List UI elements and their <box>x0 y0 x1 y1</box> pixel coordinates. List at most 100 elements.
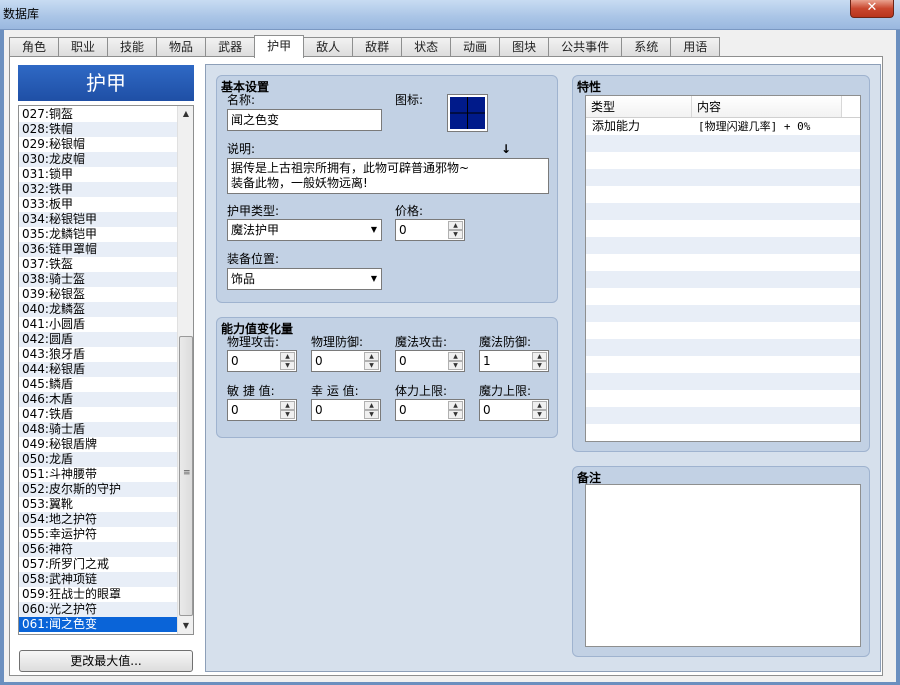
list-item[interactable]: 046:木盾 <box>19 392 177 407</box>
name-input[interactable]: 闻之色变 <box>227 109 382 131</box>
list-item[interactable]: 027:铜盔 <box>19 107 177 122</box>
list-item[interactable]: 056:神符 <box>19 542 177 557</box>
list-item[interactable]: 050:龙盾 <box>19 452 177 467</box>
tab-11[interactable]: 公共事件 <box>548 37 623 57</box>
table-row[interactable] <box>586 203 860 220</box>
tab-5[interactable]: 护甲 <box>254 35 305 58</box>
tab-8[interactable]: 状态 <box>401 37 452 57</box>
col-type-header[interactable]: 类型 <box>586 96 692 117</box>
scroll-down-icon[interactable]: ▼ <box>178 618 193 634</box>
table-row[interactable] <box>586 356 860 373</box>
table-row[interactable]: 添加能力 [物理闪避几率] + 0% <box>586 118 860 135</box>
stepper-up-icon[interactable]: ▲ <box>448 352 463 361</box>
list-item[interactable]: 059:狂战士的眼罩 <box>19 587 177 602</box>
table-row[interactable] <box>586 169 860 186</box>
table-row[interactable] <box>586 339 860 356</box>
equip-slot-select[interactable]: 饰品 ▼ <box>227 268 382 290</box>
param-stepper[interactable]: 0 ▲ ▼ <box>227 399 297 421</box>
list-item[interactable]: 051:斗神腰带 <box>19 467 177 482</box>
list-item[interactable]: 052:皮尔斯的守护 <box>19 482 177 497</box>
description-field[interactable]: 据传是上古祖宗所拥有，此物可辟普通邪物~ 装备此物，一般妖物远离! <box>227 158 549 194</box>
list-item[interactable]: 047:铁盾 <box>19 407 177 422</box>
list-item[interactable]: 029:秘银帽 <box>19 137 177 152</box>
stepper-down-icon[interactable]: ▼ <box>448 410 463 419</box>
table-row[interactable] <box>586 220 860 237</box>
list-item[interactable]: 037:铁盔 <box>19 257 177 272</box>
price-stepper[interactable]: 0 ▲ ▼ <box>395 219 465 241</box>
table-row[interactable] <box>586 373 860 390</box>
stepper-down-icon[interactable]: ▼ <box>448 361 463 370</box>
table-row[interactable] <box>586 407 860 424</box>
list-item[interactable]: 033:板甲 <box>19 197 177 212</box>
scroll-thumb[interactable]: ≡ <box>179 336 193 616</box>
tab-1[interactable]: 职业 <box>58 37 109 57</box>
table-row[interactable] <box>586 305 860 322</box>
param-stepper[interactable]: 0 ▲ ▼ <box>395 350 465 372</box>
tab-12[interactable]: 系统 <box>621 37 672 57</box>
param-stepper[interactable]: 0 ▲ ▼ <box>395 399 465 421</box>
param-stepper[interactable]: 0 ▲ ▼ <box>311 350 381 372</box>
list-item[interactable]: 031:锁甲 <box>19 167 177 182</box>
list-item[interactable]: 030:龙皮帽 <box>19 152 177 167</box>
param-stepper[interactable]: 0 ▲ ▼ <box>479 399 549 421</box>
list-item[interactable]: 055:幸运护符 <box>19 527 177 542</box>
stepper-up-icon[interactable]: ▲ <box>448 401 463 410</box>
table-row[interactable] <box>586 271 860 288</box>
stepper-up-icon[interactable]: ▲ <box>364 401 379 410</box>
list-item[interactable]: 044:秘银盾 <box>19 362 177 377</box>
stepper-up-icon[interactable]: ▲ <box>532 352 547 361</box>
list-item[interactable]: 032:铁甲 <box>19 182 177 197</box>
stepper-up-icon[interactable]: ▲ <box>532 401 547 410</box>
list-item[interactable]: 035:龙鳞铠甲 <box>19 227 177 242</box>
stepper-up-icon[interactable]: ▲ <box>448 221 463 230</box>
param-stepper[interactable]: 1 ▲ ▼ <box>479 350 549 372</box>
table-row[interactable] <box>586 135 860 152</box>
armor-list[interactable]: 027:铜盔 028:铁帽 029:秘银帽 030:龙皮帽 031:锁甲 032:铁甲 03… <box>18 105 194 635</box>
list-item[interactable]: 028:铁帽 <box>19 122 177 137</box>
tab-0[interactable]: 角色 <box>9 37 60 57</box>
stepper-down-icon[interactable]: ▼ <box>364 410 379 419</box>
list-item[interactable]: 042:圆盾 <box>19 332 177 347</box>
table-row[interactable] <box>586 288 860 305</box>
list-item[interactable]: 043:狼牙盾 <box>19 347 177 362</box>
list-item[interactable]: 053:翼靴 <box>19 497 177 512</box>
list-item[interactable]: 045:鳞盾 <box>19 377 177 392</box>
tab-4[interactable]: 武器 <box>205 37 256 57</box>
stepper-up-icon[interactable]: ▲ <box>280 401 295 410</box>
list-scrollbar[interactable]: ▲ ≡ ▼ <box>177 106 193 634</box>
table-row[interactable] <box>586 152 860 169</box>
param-stepper[interactable]: 0 ▲ ▼ <box>311 399 381 421</box>
list-item[interactable]: 049:秘银盾牌 <box>19 437 177 452</box>
list-item[interactable]: 039:秘银盔 <box>19 287 177 302</box>
list-item[interactable]: 058:武神项链 <box>19 572 177 587</box>
list-item[interactable]: 036:链甲罩帽 <box>19 242 177 257</box>
close-button[interactable]: ✕ <box>850 0 894 18</box>
list-item[interactable]: 048:骑士盾 <box>19 422 177 437</box>
table-row[interactable] <box>586 254 860 271</box>
list-item[interactable]: 057:所罗门之戒 <box>19 557 177 572</box>
tab-7[interactable]: 敌群 <box>352 37 403 57</box>
list-item[interactable]: 060:光之护符 <box>19 602 177 617</box>
list-item[interactable]: 041:小圆盾 <box>19 317 177 332</box>
table-row[interactable] <box>586 424 860 441</box>
table-row[interactable] <box>586 186 860 203</box>
stepper-up-icon[interactable]: ▲ <box>364 352 379 361</box>
list-item[interactable]: 040:龙鳞盔 <box>19 302 177 317</box>
tab-2[interactable]: 技能 <box>107 37 158 57</box>
change-max-button[interactable]: 更改最大值... <box>19 650 193 672</box>
stepper-down-icon[interactable]: ▼ <box>448 230 463 239</box>
stepper-down-icon[interactable]: ▼ <box>532 361 547 370</box>
list-item[interactable]: 054:地之护符 <box>19 512 177 527</box>
traits-table[interactable]: 类型 内容 添加能力 [物理闪避几率] + 0% <box>585 95 861 442</box>
stepper-down-icon[interactable]: ▼ <box>364 361 379 370</box>
stepper-down-icon[interactable]: ▼ <box>280 361 295 370</box>
table-row[interactable] <box>586 322 860 339</box>
stepper-down-icon[interactable]: ▼ <box>532 410 547 419</box>
list-item[interactable]: 061:闻之色变 <box>19 617 177 632</box>
notes-field[interactable] <box>585 484 861 647</box>
list-item[interactable]: 038:骑士盔 <box>19 272 177 287</box>
icon-picker[interactable] <box>447 94 488 132</box>
tab-6[interactable]: 敌人 <box>303 37 354 57</box>
param-stepper[interactable]: 0 ▲ ▼ <box>227 350 297 372</box>
tab-9[interactable]: 动画 <box>450 37 501 57</box>
